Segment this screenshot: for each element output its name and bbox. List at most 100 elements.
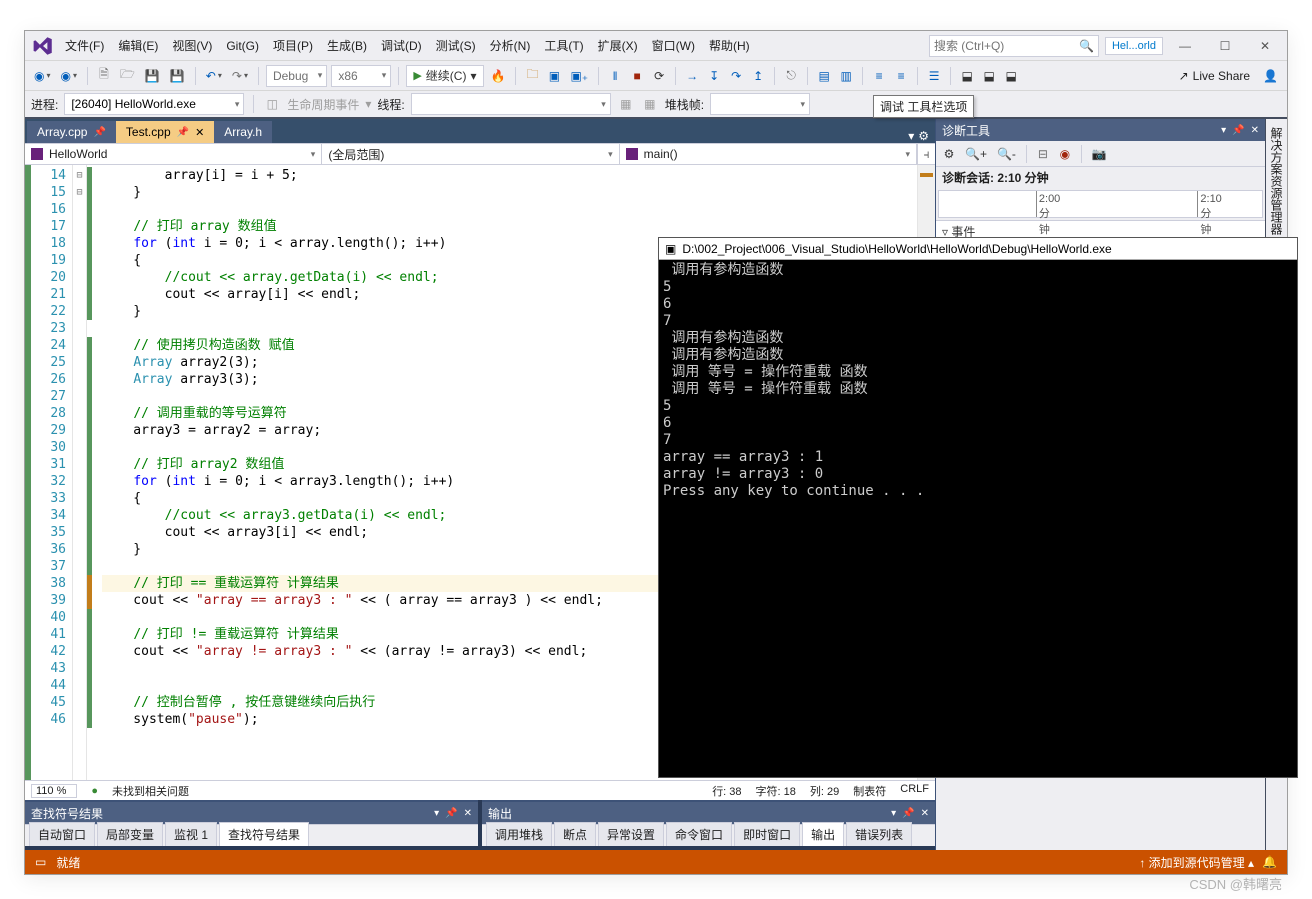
menu-file[interactable]: 文件(F): [59, 33, 110, 58]
panel-pin-icon[interactable]: 📌: [1232, 125, 1244, 136]
fold-gutter[interactable]: ⊟ ⊟: [73, 165, 87, 780]
menu-help[interactable]: 帮助(H): [703, 33, 756, 58]
panel-dropdown-icon[interactable]: ▾: [891, 808, 896, 819]
tab-immediate[interactable]: 即时窗口: [734, 822, 800, 846]
tab-settings-icon[interactable]: ⚙: [918, 129, 929, 143]
pause-button[interactable]: ‖: [606, 65, 624, 87]
console-title-bar[interactable]: ▣ D:\002_Project\006_Visual_Studio\Hello…: [659, 238, 1297, 260]
a1-button[interactable]: ▣: [545, 65, 563, 87]
panel-pin-icon[interactable]: 📌: [902, 808, 914, 819]
tab-breakpoints[interactable]: 断点: [554, 822, 596, 846]
notifications-icon[interactable]: 🔔: [1262, 855, 1277, 869]
e1-button[interactable]: ☰: [925, 65, 943, 87]
pin-icon[interactable]: 📌: [177, 127, 189, 138]
show-next-button[interactable]: →: [683, 65, 701, 87]
thread-combo[interactable]: [411, 93, 611, 115]
d1-button[interactable]: ≡: [870, 65, 888, 87]
c2-button[interactable]: ▥: [837, 65, 855, 87]
restart-button[interactable]: ⟳: [650, 65, 668, 87]
menu-debug[interactable]: 调试(D): [375, 33, 428, 58]
panel-close-icon[interactable]: ✕: [1251, 125, 1259, 136]
search-input[interactable]: [934, 39, 1075, 53]
c1-button[interactable]: ▤: [815, 65, 833, 87]
nav-fwd-button[interactable]: ◉▾: [58, 65, 81, 87]
doctab-array-cpp[interactable]: Array.cpp📌: [27, 121, 116, 143]
menu-window[interactable]: 窗口(W): [646, 33, 701, 58]
nav-project[interactable]: HelloWorld: [25, 144, 322, 164]
menu-build[interactable]: 生成(B): [321, 33, 373, 58]
a2-button[interactable]: ▣₊: [567, 65, 591, 87]
tab-find-symbols[interactable]: 查找符号结果: [219, 822, 309, 846]
tab-command[interactable]: 命令窗口: [666, 822, 732, 846]
new-file-button[interactable]: 🗎: [95, 65, 113, 87]
menu-edit[interactable]: 编辑(E): [112, 33, 164, 58]
tab-errorlist[interactable]: 错误列表: [846, 822, 912, 846]
t1-button[interactable]: ▦: [617, 93, 635, 115]
undo-button[interactable]: ↶▾: [203, 65, 225, 87]
diagnostic-title[interactable]: 诊断工具▾📌✕: [936, 119, 1265, 141]
nav-back-button[interactable]: ◉▾: [31, 65, 54, 87]
diag-zoomin-icon[interactable]: 🔍+: [962, 143, 990, 165]
nav-split-button[interactable]: ⫞: [917, 144, 935, 164]
pin-icon[interactable]: 📌: [93, 127, 105, 138]
nav-scope[interactable]: (全局范围): [322, 144, 619, 164]
tab-watch1[interactable]: 监视 1: [165, 822, 217, 846]
panel-close-icon[interactable]: ✕: [464, 808, 472, 819]
diag-camera-icon[interactable]: 📷: [1089, 143, 1110, 165]
solution-explorer-tab[interactable]: 解决方案资源管理器: [1266, 121, 1287, 241]
solution-title-badge[interactable]: Hel...orld: [1105, 37, 1163, 55]
panel-title[interactable]: 输出▾📌✕: [482, 802, 935, 824]
hot-reload-button[interactable]: 🔥: [488, 65, 509, 87]
close-icon[interactable]: ✕: [195, 126, 204, 139]
f1-button[interactable]: ⬓: [958, 65, 976, 87]
diag-settings-icon[interactable]: ⚙: [940, 143, 958, 165]
platform-combo[interactable]: x86: [331, 65, 391, 87]
f2-button[interactable]: ⬓: [980, 65, 998, 87]
minimize-button[interactable]: —: [1167, 35, 1203, 57]
close-button[interactable]: ✕: [1247, 35, 1283, 57]
step-over-button[interactable]: ↷: [727, 65, 745, 87]
code-editor[interactable]: 14 15 16 17 18 19 20 21 22 23 24 25 26 2…: [25, 165, 935, 780]
doctab-test-cpp[interactable]: Test.cpp📌✕: [116, 121, 214, 143]
menu-analyze[interactable]: 分析(N): [484, 33, 537, 58]
maximize-button[interactable]: ☐: [1207, 35, 1243, 57]
menu-view[interactable]: 视图(V): [166, 33, 218, 58]
panel-close-icon[interactable]: ✕: [921, 808, 929, 819]
menu-test[interactable]: 测试(S): [430, 33, 482, 58]
menu-git[interactable]: Git(G): [220, 35, 265, 57]
redo-button[interactable]: ↷▾: [229, 65, 251, 87]
tab-auto[interactable]: 自动窗口: [29, 822, 95, 846]
process-combo[interactable]: [26040] HelloWorld.exe: [64, 93, 244, 115]
stop-button[interactable]: ■: [628, 65, 646, 87]
doctab-array-h[interactable]: Array.h: [214, 121, 272, 143]
continue-button[interactable]: ▶继续(C)▾: [406, 65, 483, 87]
account-icon[interactable]: 👤: [1260, 65, 1281, 87]
tab-exceptions[interactable]: 异常设置: [598, 822, 664, 846]
config-combo[interactable]: Debug: [266, 65, 327, 87]
scm-button[interactable]: ↑ 添加到源代码管理 ▴: [1139, 854, 1254, 871]
step-out-button[interactable]: ↥: [749, 65, 767, 87]
folder-button[interactable]: 🗀: [523, 65, 541, 87]
tab-callstack[interactable]: 调用堆栈: [486, 822, 552, 846]
stackframe-combo[interactable]: [710, 93, 810, 115]
b1-button[interactable]: ⎋: [782, 65, 800, 87]
diag-reset-icon[interactable]: ⊟: [1034, 143, 1052, 165]
nav-func[interactable]: main(): [620, 144, 917, 164]
diag-record-icon[interactable]: ◉: [1056, 143, 1074, 165]
f3-button[interactable]: ⬓: [1002, 65, 1020, 87]
menu-project[interactable]: 项目(P): [267, 33, 319, 58]
diagnostic-timeline[interactable]: 2:00分钟 2:10分钟: [938, 190, 1263, 218]
quick-search[interactable]: 🔍: [929, 35, 1099, 57]
tab-output[interactable]: 输出: [802, 822, 844, 846]
menu-extensions[interactable]: 扩展(X): [592, 33, 644, 58]
zoom-combo[interactable]: 110 %: [31, 784, 77, 798]
step-into-button[interactable]: ↧: [705, 65, 723, 87]
tab-locals[interactable]: 局部变量: [97, 822, 163, 846]
panel-pin-icon[interactable]: 📌: [445, 808, 457, 819]
menu-tools[interactable]: 工具(T): [538, 33, 589, 58]
diag-zoomout-icon[interactable]: 🔍-: [994, 143, 1019, 165]
open-file-button[interactable]: 🗁: [117, 65, 138, 87]
panel-dropdown-icon[interactable]: ▾: [1221, 125, 1226, 136]
tab-dropdown-icon[interactable]: ▾: [908, 129, 914, 143]
panel-dropdown-icon[interactable]: ▾: [434, 808, 439, 819]
